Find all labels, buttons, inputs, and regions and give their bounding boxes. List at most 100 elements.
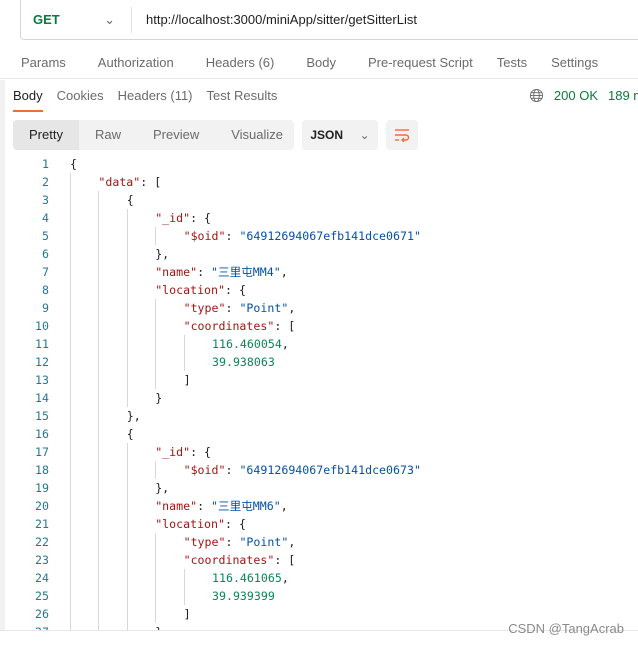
tab-authorization[interactable]: Authorization xyxy=(98,48,174,78)
code-line: 19}, xyxy=(0,479,638,497)
token-punc: , xyxy=(280,499,288,513)
token-key: "_id" xyxy=(155,211,191,225)
code-line: 23 "coordinates": [ xyxy=(0,551,638,569)
status-code[interactable]: 200 OK xyxy=(554,88,598,103)
code-line: 24 116.461065, xyxy=(0,569,638,587)
token-punc: : xyxy=(225,301,240,315)
line-number: 22 xyxy=(35,535,49,549)
indent-guide xyxy=(98,335,100,353)
token-punc: : xyxy=(197,265,212,279)
request-url-bar: GET ⌄ http://localhost:3000/miniApp/sitt… xyxy=(20,0,638,40)
token-punc: : xyxy=(197,499,212,513)
url-input[interactable]: http://localhost:3000/miniApp/sitter/get… xyxy=(132,12,417,27)
indent-guide xyxy=(98,587,100,605)
tab-cookies[interactable]: Cookies xyxy=(57,82,104,112)
token-punc: : { xyxy=(225,517,246,531)
tab-settings[interactable]: Settings xyxy=(551,48,598,78)
indent-guide xyxy=(98,227,100,245)
code-text: "type": "Point", xyxy=(184,533,296,551)
indent-guide xyxy=(155,317,157,335)
indent-guide xyxy=(98,353,100,371)
line-number: 23 xyxy=(35,553,49,567)
indent-guide xyxy=(70,371,71,389)
tab-test-results[interactable]: Test Results xyxy=(207,82,278,112)
view-visualize[interactable]: Visualize xyxy=(215,120,299,150)
line-number: 10 xyxy=(35,319,49,333)
code-text: }, xyxy=(155,479,169,497)
token-punc: : [ xyxy=(274,319,296,333)
indent-guide xyxy=(155,299,157,317)
code-text: { xyxy=(127,425,134,443)
wrap-lines-button[interactable] xyxy=(386,120,418,150)
view-pretty[interactable]: Pretty xyxy=(13,120,79,150)
token-punc: , xyxy=(281,571,289,585)
token-num: 39.938063 xyxy=(212,355,275,369)
headers-count: (6) xyxy=(258,55,275,70)
token-punc: : [ xyxy=(274,553,296,567)
line-number: 21 xyxy=(35,517,49,531)
chevron-down-icon: ⌄ xyxy=(359,128,370,142)
code-text: { xyxy=(70,155,77,173)
indent-guide xyxy=(126,317,128,335)
code-text: "$oid": "64912694067efb141dce0673" xyxy=(184,461,421,479)
indent-guide xyxy=(98,191,100,209)
token-key: "data" xyxy=(98,175,141,189)
line-number: 12 xyxy=(35,355,49,369)
globe-icon[interactable] xyxy=(529,88,544,103)
tab-tests[interactable]: Tests xyxy=(497,48,527,78)
indent-guide xyxy=(126,263,128,281)
indent-guide xyxy=(98,245,100,263)
line-number: 1 xyxy=(42,157,49,171)
indent-guide xyxy=(70,443,71,461)
indent-guide xyxy=(126,569,128,587)
token-punc: { xyxy=(126,193,134,207)
view-raw[interactable]: Raw xyxy=(79,120,137,150)
code-text: "coordinates": [ xyxy=(184,551,296,569)
code-text: "location": { xyxy=(155,281,246,299)
code-text: }, xyxy=(155,245,169,263)
tab-response-body[interactable]: Body xyxy=(13,82,43,112)
tab-response-headers[interactable]: Headers (11) xyxy=(118,82,193,112)
token-key: "coordinates" xyxy=(183,553,275,567)
tab-headers[interactable]: Headers (6) xyxy=(206,48,275,78)
tab-pre-request-script[interactable]: Pre-request Script xyxy=(368,48,473,78)
token-punc: , xyxy=(288,301,296,315)
indent-guide xyxy=(70,425,71,443)
code-text: { xyxy=(127,191,134,209)
code-line: 25 39.939399 xyxy=(0,587,638,605)
view-preview[interactable]: Preview xyxy=(137,120,215,150)
code-text: 116.461065, xyxy=(212,569,289,587)
response-body-code[interactable]: 1{2 "data": [3{4 "_id": {5 "$oid": "6491269… xyxy=(0,155,638,630)
token-key: "$oid" xyxy=(183,463,226,477)
indent-guide xyxy=(70,299,71,317)
code-line: 5 "$oid": "64912694067efb141dce0671" xyxy=(0,227,638,245)
code-text: 39.938063 xyxy=(212,353,275,371)
tab-params[interactable]: Params xyxy=(21,48,66,78)
code-line: 18 "$oid": "64912694067efb141dce0673" xyxy=(0,461,638,479)
indent-guide xyxy=(98,533,100,551)
indent-guide xyxy=(70,209,71,227)
tab-body[interactable]: Body xyxy=(306,48,336,78)
indent-guide xyxy=(98,407,100,425)
code-line: 7 "name": "三里屯MM4", xyxy=(0,263,638,281)
code-line: 1{ xyxy=(0,155,638,173)
format-select[interactable]: JSON ⌄ xyxy=(302,120,378,150)
indent-guide xyxy=(70,587,71,605)
token-punc: : xyxy=(225,535,240,549)
token-punc: : xyxy=(225,463,240,477)
code-line: 8 "location": { xyxy=(0,281,638,299)
indent-guide xyxy=(98,389,100,407)
token-punc: : { xyxy=(190,211,212,225)
method-select[interactable]: GET ⌄ xyxy=(21,12,131,28)
indent-guide xyxy=(70,479,71,497)
code-text: "_id": { xyxy=(155,209,211,227)
response-tabs: Body Cookies Headers (11) Test Results xyxy=(13,82,291,112)
token-num: 39.939399 xyxy=(212,589,275,603)
indent-guide xyxy=(98,425,100,443)
token-punc: { xyxy=(70,157,77,171)
response-size[interactable]: 189 m xyxy=(608,88,638,103)
token-punc: ] xyxy=(183,373,191,387)
indent-guide xyxy=(126,533,128,551)
indent-guide xyxy=(155,461,157,479)
format-label: JSON xyxy=(310,128,343,142)
